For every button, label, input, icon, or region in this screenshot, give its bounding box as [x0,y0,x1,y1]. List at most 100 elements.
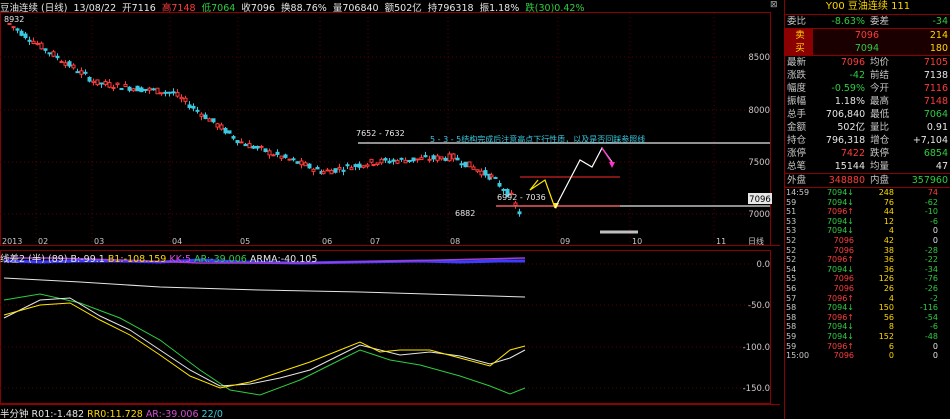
indicator1-label[interactable]: 线差2 (半) (89) [0,254,68,263]
tick-time: 58 [786,322,797,332]
tick-time: 51 [786,207,797,217]
indicator1-plot [3,257,526,396]
candle-body [191,105,196,109]
candle-body [147,87,152,91]
tick-arrow: ↓ [847,322,854,332]
tick-row: 54 7094↓ 36 -34 [785,265,950,275]
start-price-label: 8932 [4,15,24,24]
candle-body [99,82,104,85]
date-tick: 日线 [748,236,764,246]
tick-delta: -34 [924,264,938,274]
tick-delta: 0 [932,226,938,236]
indicator-tick: -150.0 [743,384,770,394]
stat-label: 今开 [870,83,890,94]
tick-volume: 248 [878,188,894,197]
mid-label: 6992 - 7036 [497,193,546,202]
candle-body [455,157,460,161]
tick-arrow: ↓ [847,331,854,341]
candle-body [75,71,80,74]
tick-delta: -2 [930,293,938,303]
date-tick: 09 [560,237,570,246]
waipan-row: 外盘 348880 内盘 357960 [785,173,950,187]
candle-body [479,170,484,176]
candle-body [223,127,228,134]
stat-value: 7422 [840,148,865,159]
quote-name: 豆油连续 [847,1,888,12]
tick-list[interactable]: 14:59 7094↓ 248 74 59 7094↓ 76 -62 51 7096↑ 44 -10 5… [785,187,950,361]
candle-body [211,118,216,123]
candle-body [267,150,272,156]
tick-price-text: 7096 [833,283,854,293]
tick-price-text: 7096 [826,207,848,217]
tick-arrow: ↓ [847,303,854,313]
candle-body [235,140,240,144]
tick-row: 57 7096↑ 4 -2 [785,294,950,304]
candle-body [127,86,132,91]
tick-price: 7096↑ [816,342,854,352]
stat-value: 502亿 [837,122,865,133]
high-value: 高7148 [161,3,196,14]
stat-value: -42 [849,70,865,81]
candle-body [321,171,326,175]
candle-body [115,82,120,86]
candle-body [91,80,96,83]
candle-body [349,167,354,171]
tick-price-text: 7096 [826,312,848,322]
tick-price: 7096 [816,274,854,284]
candle-body [183,97,188,102]
indicator1-header: 线差2 (半) (89) B:-99.1 B1:-108.159 KK:5 AR… [0,251,780,263]
date-tick: 2013 [2,237,22,246]
tick-price: 7096 [816,246,854,256]
stat-value: 7138 [923,70,948,81]
stat-label: 最高 [870,96,890,107]
candle-body [439,156,444,160]
stat-label: 持仓 [787,135,807,146]
tick-price-text: 7094 [826,322,848,332]
tick-delta: -62 [924,197,938,207]
tick-row: 51 7096↑ 44 -10 [785,207,950,217]
kline-chart[interactable]: 8500 8000 7500 7000 7096 2013 02 03 04 0… [0,0,780,419]
candle-body [513,202,518,206]
tick-time: 52 [786,255,797,265]
indicator2-label[interactable]: 半分钟 [0,409,29,418]
quote-stat-row: 金额 502亿 量比 0.91 [785,121,950,134]
stat-value: 7116 [923,83,948,94]
change-value: 跌(30)0.42% [525,3,585,14]
candle-body [107,82,112,88]
candle-body [315,167,320,170]
buy-row: 买 7094 180 [785,42,950,55]
indicator2-header: 半分钟 R01:-1.482 RR0:11.728 AR:-39.006 22/… [0,406,780,418]
candle-body [341,169,346,172]
indicator1-b: B:-99.1 [70,254,105,263]
quote-stat-row: 涨跌 -42 前结 7138 [785,69,950,82]
buy-volume: 180 [929,43,948,54]
tick-time: 54 [786,264,797,274]
stat-value: 7096 [840,57,865,68]
candle-body [291,158,296,161]
stat-value: 6854 [923,148,948,159]
candle-body [167,91,172,94]
stat-label: 幅度 [787,83,807,94]
close-icon[interactable]: ⊠ [770,0,780,10]
position-value: 持796318 [427,3,474,14]
date-tick: 05 [240,237,250,246]
tick-time: 56 [786,283,797,293]
candle-body [483,170,488,176]
candlesticks [7,22,522,217]
candle-body [219,124,224,130]
tick-row: 59 7094↓ 152 -48 [785,332,950,342]
stat-value: 7105 [923,57,948,68]
tick-arrow: ↓ [847,216,854,226]
candle-body [255,145,260,149]
waipan-label: 外盘 [787,175,807,186]
indicator2-r01: R01:-1.482 [31,409,85,418]
tick-arrow: ↑ [847,207,854,217]
candle-body [353,164,358,167]
candle-body [471,166,476,170]
tick-price: 7096 [816,351,854,361]
tick-volume: 42 [883,235,894,245]
candle-body [383,158,388,161]
open-value: 开7116 [122,3,156,14]
candle-body [395,160,400,164]
candle-body [345,164,350,167]
